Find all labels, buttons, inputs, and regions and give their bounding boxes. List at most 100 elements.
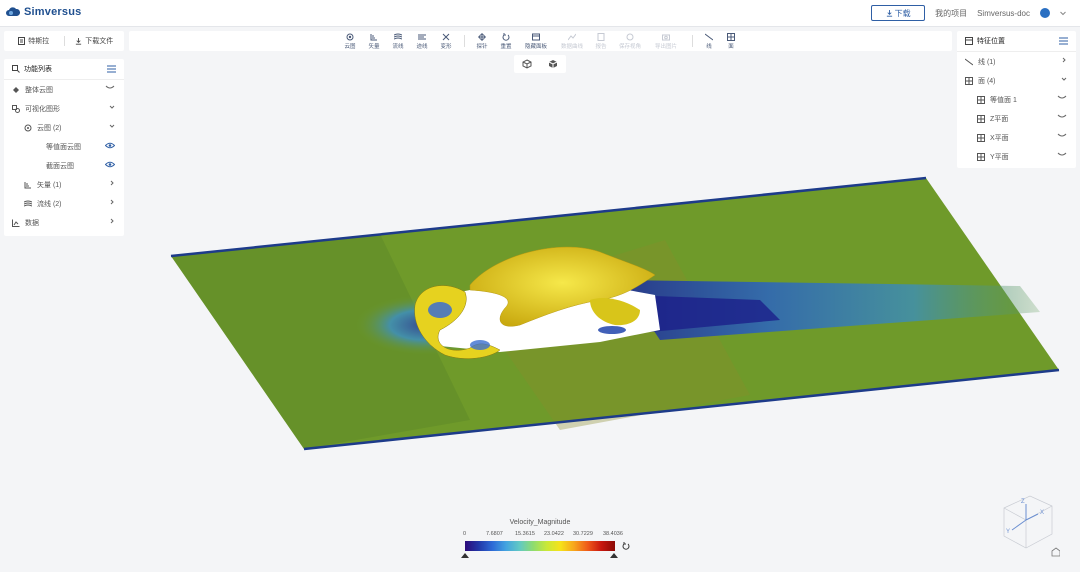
toolbar-deform[interactable]: 变形 bbox=[432, 33, 460, 50]
list-settings-icon[interactable] bbox=[1059, 37, 1068, 45]
orientation-gizmo[interactable]: Z Y X bbox=[990, 490, 1060, 560]
cube-outline-icon[interactable] bbox=[522, 59, 532, 69]
toolbar-label: 面 bbox=[728, 44, 734, 50]
chart-icon bbox=[12, 219, 20, 227]
toolbar-label: 重置 bbox=[500, 44, 512, 50]
tree-row-streamline[interactable]: 流线 (2) bbox=[4, 194, 124, 213]
toolbar-label: 探针 bbox=[476, 44, 488, 50]
feature-position-panel: 特征位置 线 (1) 面 (4) 等值面 1 Z平面 X平面 Y平面 bbox=[957, 31, 1076, 168]
grid-icon bbox=[977, 152, 985, 161]
eye-closed-icon[interactable] bbox=[105, 85, 115, 91]
grid-icon bbox=[977, 95, 985, 104]
legend-tick: 38.4036 bbox=[603, 531, 623, 537]
eye-closed-icon[interactable] bbox=[1057, 133, 1067, 139]
chevron-down-icon[interactable] bbox=[1061, 76, 1067, 82]
toolbar-data-curve[interactable]: 数据曲线 bbox=[558, 33, 586, 50]
feature-row-x-plane[interactable]: X平面 bbox=[957, 128, 1076, 147]
document-icon bbox=[18, 37, 26, 45]
download-file-label: 下载文件 bbox=[85, 38, 114, 45]
tree-row-overall[interactable]: 整体云图 bbox=[4, 80, 124, 99]
toolbar-plane[interactable]: 面 bbox=[717, 33, 745, 50]
iso-blue-patch bbox=[428, 302, 452, 318]
feature-row-iso1[interactable]: 等值面 1 bbox=[957, 90, 1076, 109]
legend-title: Velocity_Magnitude bbox=[509, 519, 571, 526]
feature-row-y-plane[interactable]: Y平面 bbox=[957, 147, 1076, 166]
toolbar-hide-panel[interactable]: 隐藏面板 bbox=[522, 33, 550, 50]
tree-label: 云图 (2) bbox=[37, 124, 62, 132]
eye-icon[interactable] bbox=[105, 161, 115, 168]
position-icon bbox=[965, 37, 973, 45]
toolbar-label: 矢量 bbox=[368, 44, 380, 50]
toolbar-label: 隐藏面板 bbox=[524, 44, 547, 50]
legend-tick: 23.0422 bbox=[544, 531, 564, 537]
tree-label: 整体云图 bbox=[25, 86, 53, 94]
download-icon bbox=[76, 37, 82, 45]
feature-row-z-plane[interactable]: Z平面 bbox=[957, 109, 1076, 128]
panel-header: 功能列表 bbox=[4, 59, 124, 80]
color-legend: Velocity_Magnitude 0 7.6807 15.3615 23.0… bbox=[455, 519, 635, 559]
feature-row-line[interactable]: 线 (1) bbox=[957, 52, 1076, 71]
viewport-3d[interactable] bbox=[0, 0, 1080, 572]
tree-row-isosurface[interactable]: 等值面云图 bbox=[4, 137, 124, 156]
panel-title: 特征位置 bbox=[977, 38, 1005, 45]
tree-label: 截面云图 bbox=[46, 162, 74, 170]
panel-header: 特征位置 bbox=[957, 31, 1076, 52]
cube-solid-icon[interactable] bbox=[548, 59, 558, 69]
chevron-right-icon[interactable] bbox=[1061, 57, 1067, 63]
tree-row-contour[interactable]: 云图 (2) bbox=[4, 118, 124, 137]
screenshot-label: 特斯拉 bbox=[28, 38, 50, 45]
chevron-right-icon[interactable] bbox=[109, 199, 115, 205]
legend-tick: 30.7229 bbox=[573, 531, 593, 537]
tree-label: 面 (4) bbox=[978, 77, 996, 85]
toolbar-divider bbox=[692, 35, 693, 47]
grid-icon bbox=[977, 133, 985, 142]
download-file-button[interactable]: 下载文件 bbox=[65, 36, 125, 46]
left-toolbar: 特斯拉 下载文件 bbox=[4, 31, 124, 51]
toolbar-export-image[interactable]: 导出图片 bbox=[652, 33, 680, 50]
feature-row-plane[interactable]: 面 (4) bbox=[957, 71, 1076, 90]
range-min-handle[interactable] bbox=[461, 553, 469, 558]
legend-tick: 15.3615 bbox=[515, 531, 535, 537]
chevron-down-icon[interactable] bbox=[109, 123, 115, 129]
feature-list-panel: 功能列表 整体云图 可视化图形 云图 (2) 等值面云图 截面云图 矢量 (1)… bbox=[4, 59, 124, 236]
tree-row-vector[interactable]: 矢量 (1) bbox=[4, 175, 124, 194]
streamline-icon bbox=[394, 33, 402, 40]
legend-colorbar bbox=[465, 541, 615, 551]
toolbar-save-view[interactable]: 保存视角 bbox=[616, 33, 644, 50]
grid-icon bbox=[977, 114, 985, 123]
iso-blue-patch-2 bbox=[470, 340, 490, 350]
line-icon bbox=[705, 33, 713, 41]
list-settings-icon[interactable] bbox=[107, 65, 116, 73]
panel-title: 功能列表 bbox=[24, 66, 52, 73]
toolbar-label: 线 bbox=[706, 44, 712, 50]
tree-label: 矢量 (1) bbox=[37, 181, 62, 189]
eye-closed-icon[interactable] bbox=[1057, 152, 1067, 158]
screenshot-button[interactable]: 特斯拉 bbox=[4, 36, 64, 46]
search-list-icon bbox=[12, 65, 20, 73]
tree-row-visual[interactable]: 可视化图形 bbox=[4, 99, 124, 118]
tree-row-data[interactable]: 数据 bbox=[4, 213, 124, 232]
home-view-icon[interactable] bbox=[1051, 547, 1060, 557]
tree-label: 等值面云图 bbox=[46, 143, 81, 151]
legend-tick: 7.6807 bbox=[486, 531, 503, 537]
eye-closed-icon[interactable] bbox=[1057, 95, 1067, 101]
z-axis-label: Z bbox=[1021, 499, 1025, 505]
panel-icon bbox=[532, 33, 540, 41]
eye-closed-icon[interactable] bbox=[1057, 114, 1067, 120]
toolbar-report[interactable]: 报告 bbox=[587, 33, 615, 50]
eye-icon[interactable] bbox=[105, 142, 115, 149]
toolbar-label: 流线 bbox=[392, 44, 404, 50]
toolbar-label: 保存视角 bbox=[618, 44, 641, 50]
tree-row-section[interactable]: 截面云图 bbox=[4, 156, 124, 175]
toolbar-label: 数据曲线 bbox=[560, 44, 583, 50]
toolbar-reset[interactable]: 重置 bbox=[492, 33, 520, 50]
chevron-right-icon[interactable] bbox=[109, 218, 115, 224]
reset-range-icon[interactable] bbox=[622, 542, 630, 550]
chevron-right-icon[interactable] bbox=[109, 180, 115, 186]
toolbar-label: 迹线 bbox=[416, 44, 428, 50]
tree-label: Z平面 bbox=[990, 115, 1009, 123]
shapes-icon bbox=[12, 104, 20, 113]
chevron-down-icon[interactable] bbox=[109, 104, 115, 110]
plane-icon bbox=[727, 33, 735, 41]
range-max-handle[interactable] bbox=[610, 553, 618, 558]
